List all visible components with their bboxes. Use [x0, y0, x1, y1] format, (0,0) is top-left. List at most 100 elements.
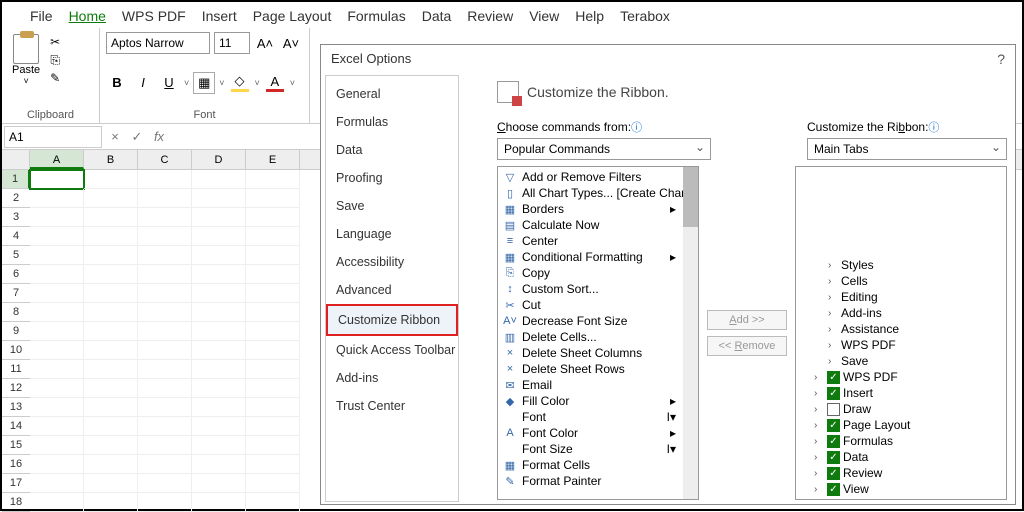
bold-button[interactable]: B [106, 72, 128, 94]
options-nav-item[interactable]: Quick Access Toolbar [326, 336, 458, 364]
decrease-font-icon[interactable]: A˅ [280, 32, 302, 54]
cell[interactable] [246, 474, 300, 493]
cell[interactable] [30, 303, 84, 322]
cell[interactable] [30, 322, 84, 341]
col-header[interactable]: B [84, 150, 138, 169]
tree-tab-item[interactable]: ›✓Review [796, 465, 1006, 481]
tree-tab-item[interactable]: ›✓WPS PDF [796, 369, 1006, 385]
cell[interactable] [30, 170, 84, 189]
cell[interactable] [192, 322, 246, 341]
menu-insert[interactable]: Insert [202, 8, 237, 24]
col-header[interactable]: A [30, 150, 84, 169]
tree-subgroup[interactable]: ›Save [796, 353, 1006, 369]
command-item[interactable]: ▦Format Cells [498, 457, 698, 473]
menu-help[interactable]: Help [575, 8, 604, 24]
row-header[interactable]: 4 [2, 227, 30, 246]
enter-icon[interactable]: ✓ [126, 129, 148, 145]
row-header[interactable]: 5 [2, 246, 30, 265]
menu-terabox[interactable]: Terabox [620, 8, 670, 24]
cell[interactable] [246, 170, 300, 189]
options-nav-item[interactable]: Trust Center [326, 392, 458, 420]
cell[interactable] [192, 284, 246, 303]
cell[interactable] [30, 417, 84, 436]
cell[interactable] [138, 455, 192, 474]
options-nav-item[interactable]: Language [326, 220, 458, 248]
options-nav-item[interactable]: Data [326, 136, 458, 164]
tree-subgroup[interactable]: ›Cells [796, 273, 1006, 289]
row-header[interactable]: 10 [2, 341, 30, 360]
cell[interactable] [30, 246, 84, 265]
cell[interactable] [138, 227, 192, 246]
cell[interactable] [30, 379, 84, 398]
italic-button[interactable]: I [132, 72, 154, 94]
select-all-corner[interactable] [2, 150, 30, 170]
cell[interactable] [246, 417, 300, 436]
scrollbar[interactable] [683, 167, 698, 499]
cell[interactable] [246, 246, 300, 265]
add-button[interactable]: Add >> [707, 310, 787, 330]
row-header[interactable]: 18 [2, 493, 30, 512]
cell[interactable] [30, 436, 84, 455]
cell[interactable] [138, 493, 192, 512]
cell[interactable] [138, 303, 192, 322]
options-nav-item[interactable]: Formulas [326, 108, 458, 136]
cell[interactable] [246, 379, 300, 398]
cell[interactable] [192, 493, 246, 512]
cell[interactable] [192, 265, 246, 284]
cell[interactable] [84, 189, 138, 208]
command-item[interactable]: ↕Custom Sort... [498, 281, 698, 297]
checkbox[interactable]: ✓ [827, 435, 840, 448]
cell[interactable] [192, 455, 246, 474]
cell[interactable] [138, 246, 192, 265]
cell[interactable] [192, 208, 246, 227]
tree-tab-item[interactable]: ›✓Page Layout [796, 417, 1006, 433]
cell[interactable] [30, 227, 84, 246]
checkbox[interactable]: ✓ [827, 371, 840, 384]
command-item[interactable]: ✎Format Painter [498, 473, 698, 489]
cell[interactable] [138, 360, 192, 379]
cell[interactable] [30, 284, 84, 303]
cell[interactable] [30, 398, 84, 417]
command-item[interactable]: ◆Fill Color▸ [498, 393, 698, 409]
cell[interactable] [192, 360, 246, 379]
menu-home[interactable]: Home [69, 8, 106, 24]
cell[interactable] [84, 265, 138, 284]
help-icon[interactable]: ? [997, 51, 1005, 67]
cell[interactable] [246, 322, 300, 341]
cell[interactable] [84, 284, 138, 303]
checkbox[interactable]: ✓ [827, 451, 840, 464]
cell[interactable] [192, 398, 246, 417]
col-header[interactable]: C [138, 150, 192, 169]
cell[interactable] [138, 341, 192, 360]
row-header[interactable]: 14 [2, 417, 30, 436]
info-icon[interactable]: ⓘ [631, 122, 642, 134]
cell[interactable] [192, 303, 246, 322]
underline-button[interactable]: U [158, 72, 180, 94]
cell[interactable] [138, 208, 192, 227]
cell[interactable] [192, 227, 246, 246]
choose-commands-select[interactable] [497, 138, 711, 160]
menu-data[interactable]: Data [422, 8, 452, 24]
tabs-tree[interactable]: ›Styles›Cells›Editing›Add-ins›Assistance… [795, 166, 1007, 500]
cell[interactable] [246, 360, 300, 379]
cell[interactable] [192, 474, 246, 493]
cell[interactable] [30, 474, 84, 493]
row-header[interactable]: 16 [2, 455, 30, 474]
tree-tab-item[interactable]: ›✓Formulas [796, 433, 1006, 449]
info-icon-2[interactable]: ⓘ [928, 122, 939, 134]
checkbox[interactable] [827, 403, 840, 416]
cell[interactable] [30, 360, 84, 379]
col-header[interactable]: D [192, 150, 246, 169]
cell[interactable] [84, 474, 138, 493]
scrollbar-2[interactable] [796, 167, 1006, 257]
cell[interactable] [192, 341, 246, 360]
cell[interactable] [246, 189, 300, 208]
command-item[interactable]: ≡Center [498, 233, 698, 249]
cell[interactable] [84, 455, 138, 474]
options-nav-item[interactable]: Customize Ribbon [326, 304, 458, 336]
cell[interactable] [30, 265, 84, 284]
cell[interactable] [246, 284, 300, 303]
cell[interactable] [192, 246, 246, 265]
menu-wps-pdf[interactable]: WPS PDF [122, 8, 186, 24]
cell[interactable] [246, 265, 300, 284]
